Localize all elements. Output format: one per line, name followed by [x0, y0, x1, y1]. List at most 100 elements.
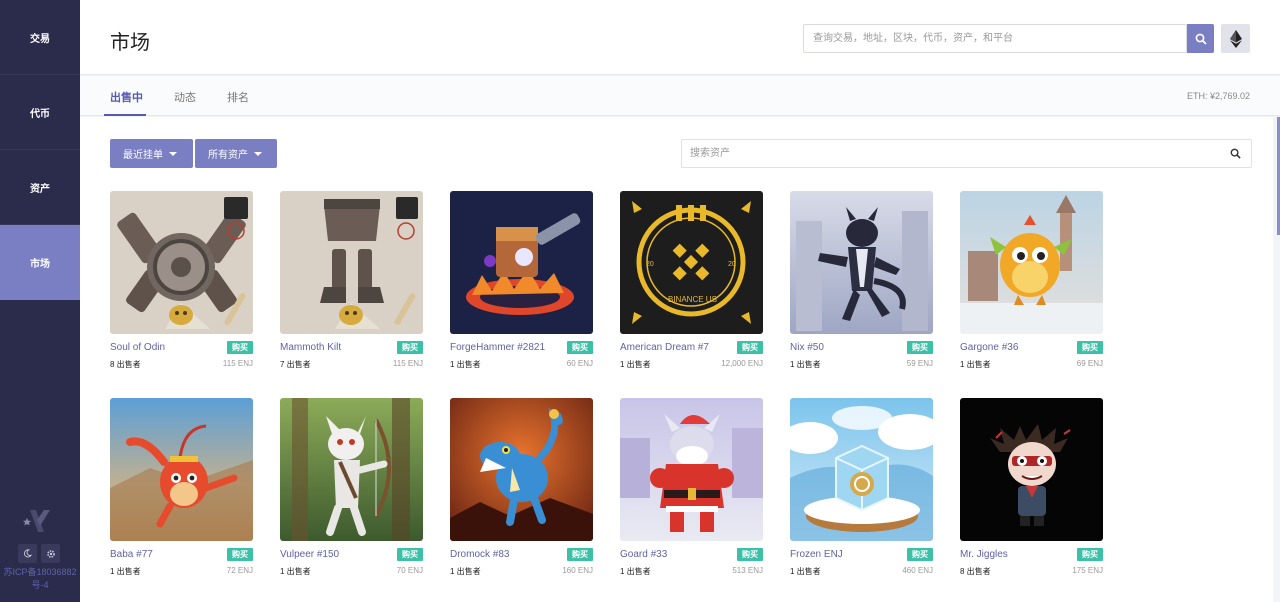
asset-card[interactable]: Nix #50 购买 1 出售者 59 ENJ	[790, 191, 933, 369]
enjinx-logo-icon	[23, 510, 50, 532]
sidebar-item-transactions[interactable]: 交易	[0, 0, 80, 75]
icp-license-link[interactable]: 苏ICP备18036882号-4	[2, 566, 78, 592]
ethereum-icon	[1229, 29, 1242, 48]
asset-image	[450, 398, 593, 541]
asset-seller-count: 1 出售者	[960, 360, 991, 369]
eth-price: ETH: ¥2,769.02	[1186, 91, 1250, 101]
asset-name[interactable]: Gargone #36	[960, 342, 1018, 353]
search-icon	[1195, 33, 1207, 45]
asset-name[interactable]: Dromock #83	[450, 549, 509, 560]
asset-seller-count: 1 出售者	[280, 567, 311, 576]
asset-image	[450, 191, 593, 334]
asset-seller-count: 8 出售者	[110, 360, 141, 369]
buy-button[interactable]: 购买	[907, 548, 933, 561]
asset-image	[960, 191, 1103, 334]
asset-name[interactable]: American Dream #7	[620, 342, 709, 353]
asset-seller-count: 1 出售者	[620, 567, 651, 576]
asset-name[interactable]: Nix #50	[790, 342, 824, 353]
market-tabs: 出售中 动态 排名 ETH: ¥2,769.02	[80, 76, 1280, 116]
buy-button[interactable]: 购买	[1077, 548, 1103, 561]
asset-card[interactable]: Vulpeer #150 购买 1 出售者 70 ENJ	[280, 398, 423, 576]
binance-us-text: BINANCE US	[668, 295, 717, 304]
buy-button[interactable]: 购买	[397, 341, 423, 354]
asset-card[interactable]: Baba #77 购买 1 出售者 72 ENJ	[110, 398, 253, 576]
gear-icon	[46, 549, 55, 558]
page-title: 市场	[110, 32, 150, 54]
asset-seller-count: 7 出售者	[280, 360, 311, 369]
network-switch-button[interactable]	[1221, 24, 1250, 53]
asset-price: 175 ENJ	[1072, 566, 1103, 575]
asset-card[interactable]: Goard #33 购买 1 出售者 513 ENJ	[620, 398, 763, 576]
global-search-box	[803, 24, 1187, 53]
night-mode-button[interactable]	[18, 544, 37, 563]
sidebar-item-assets[interactable]: 资产	[0, 150, 80, 225]
sidebar-item-label: 交易	[30, 33, 50, 45]
global-search-button[interactable]	[1187, 24, 1214, 53]
asset-price: 69 ENJ	[1076, 359, 1103, 368]
page-header: 市场	[80, 0, 1280, 75]
buy-button[interactable]: 购买	[397, 548, 423, 561]
asset-card[interactable]: Mr. Jiggles 购买 8 出售者 175 ENJ	[960, 398, 1103, 576]
buy-button[interactable]: 购买	[567, 341, 593, 354]
asset-name[interactable]: Mr. Jiggles	[960, 549, 1008, 560]
asset-image	[280, 398, 423, 541]
tab-on-sale[interactable]: 出售中	[110, 89, 143, 105]
asset-price: 70 ENJ	[396, 566, 423, 575]
binance-year-right: 20	[728, 261, 736, 268]
asset-card[interactable]: Soul of Odin 购买 8 出售者 115 ENJ	[110, 191, 253, 369]
sidebar-item-tokens[interactable]: 代币	[0, 75, 80, 150]
buy-button[interactable]: 购买	[1077, 341, 1103, 354]
caret-down-icon	[254, 151, 262, 156]
tab-activity[interactable]: 动态	[174, 89, 196, 105]
buy-button[interactable]: 购买	[737, 548, 763, 561]
buy-button[interactable]: 购买	[227, 341, 253, 354]
asset-image	[790, 398, 933, 541]
asset-price: 115 ENJ	[392, 359, 423, 368]
asset-name[interactable]: Baba #77	[110, 549, 153, 560]
asset-name[interactable]: Vulpeer #150	[280, 549, 339, 560]
global-search-input[interactable]	[804, 25, 1186, 52]
active-tab-indicator	[104, 114, 146, 116]
asset-price: 59 ENJ	[906, 359, 933, 368]
asset-name[interactable]: Soul of Odin	[110, 342, 165, 353]
buy-button[interactable]: 购买	[737, 341, 763, 354]
asset-card[interactable]: Frozen ENJ 购买 1 出售者 460 ENJ	[790, 398, 933, 576]
sidebar-item-label: 代币	[30, 108, 50, 120]
asset-image	[280, 191, 423, 334]
asset-seller-count: 1 出售者	[790, 360, 821, 369]
tab-rankings[interactable]: 排名	[227, 89, 249, 105]
asset-name[interactable]: Goard #33	[620, 549, 667, 560]
asset-card[interactable]: Mammoth Kilt 购买 7 出售者 115 ENJ	[280, 191, 423, 369]
asset-card[interactable]: ForgeHammer #2821 购买 1 出售者 60 ENJ	[450, 191, 593, 369]
asset-search-input[interactable]	[682, 140, 1202, 167]
asset-card[interactable]: Gargone #36 购买 1 出售者 69 ENJ	[960, 191, 1103, 369]
market-content: 最近挂单 所有资产 搜索资产 Soul of Odin 购买 8 出售者 115…	[80, 117, 1273, 602]
asset-seller-count: 1 出售者	[450, 567, 481, 576]
asset-card[interactable]: Dromock #83 购买 1 出售者 160 ENJ	[450, 398, 593, 576]
asset-card[interactable]: 20 20 BINANCE US American Dream #7 购买 1 …	[620, 191, 763, 369]
asset-search-box	[681, 139, 1252, 168]
asset-image: 20 20 BINANCE US	[620, 191, 763, 334]
asset-name[interactable]: ForgeHammer #2821	[450, 342, 545, 353]
sidebar-item-label: 资产	[30, 183, 50, 195]
asset-image	[110, 398, 253, 541]
search-icon[interactable]	[1230, 148, 1241, 159]
asset-image	[110, 191, 253, 334]
sort-dropdown[interactable]: 最近挂单	[110, 139, 193, 168]
asset-price: 72 ENJ	[226, 566, 253, 575]
asset-type-dropdown[interactable]: 所有资产	[195, 139, 277, 168]
buy-button[interactable]: 购买	[567, 548, 593, 561]
sort-dropdown-label: 最近挂单	[123, 150, 163, 161]
asset-name[interactable]: Frozen ENJ	[790, 549, 843, 560]
asset-seller-count: 8 出售者	[960, 567, 991, 576]
asset-price: 60 ENJ	[566, 359, 593, 368]
asset-name[interactable]: Mammoth Kilt	[280, 342, 341, 353]
asset-price: 513 ENJ	[732, 566, 763, 575]
buy-button[interactable]: 购买	[907, 341, 933, 354]
asset-type-dropdown-label: 所有资产	[208, 150, 248, 161]
buy-button[interactable]: 购买	[227, 548, 253, 561]
sidebar-item-market[interactable]: 市场	[0, 225, 80, 300]
settings-button[interactable]	[41, 544, 60, 563]
asset-image	[790, 191, 933, 334]
asset-seller-count: 1 出售者	[450, 360, 481, 369]
